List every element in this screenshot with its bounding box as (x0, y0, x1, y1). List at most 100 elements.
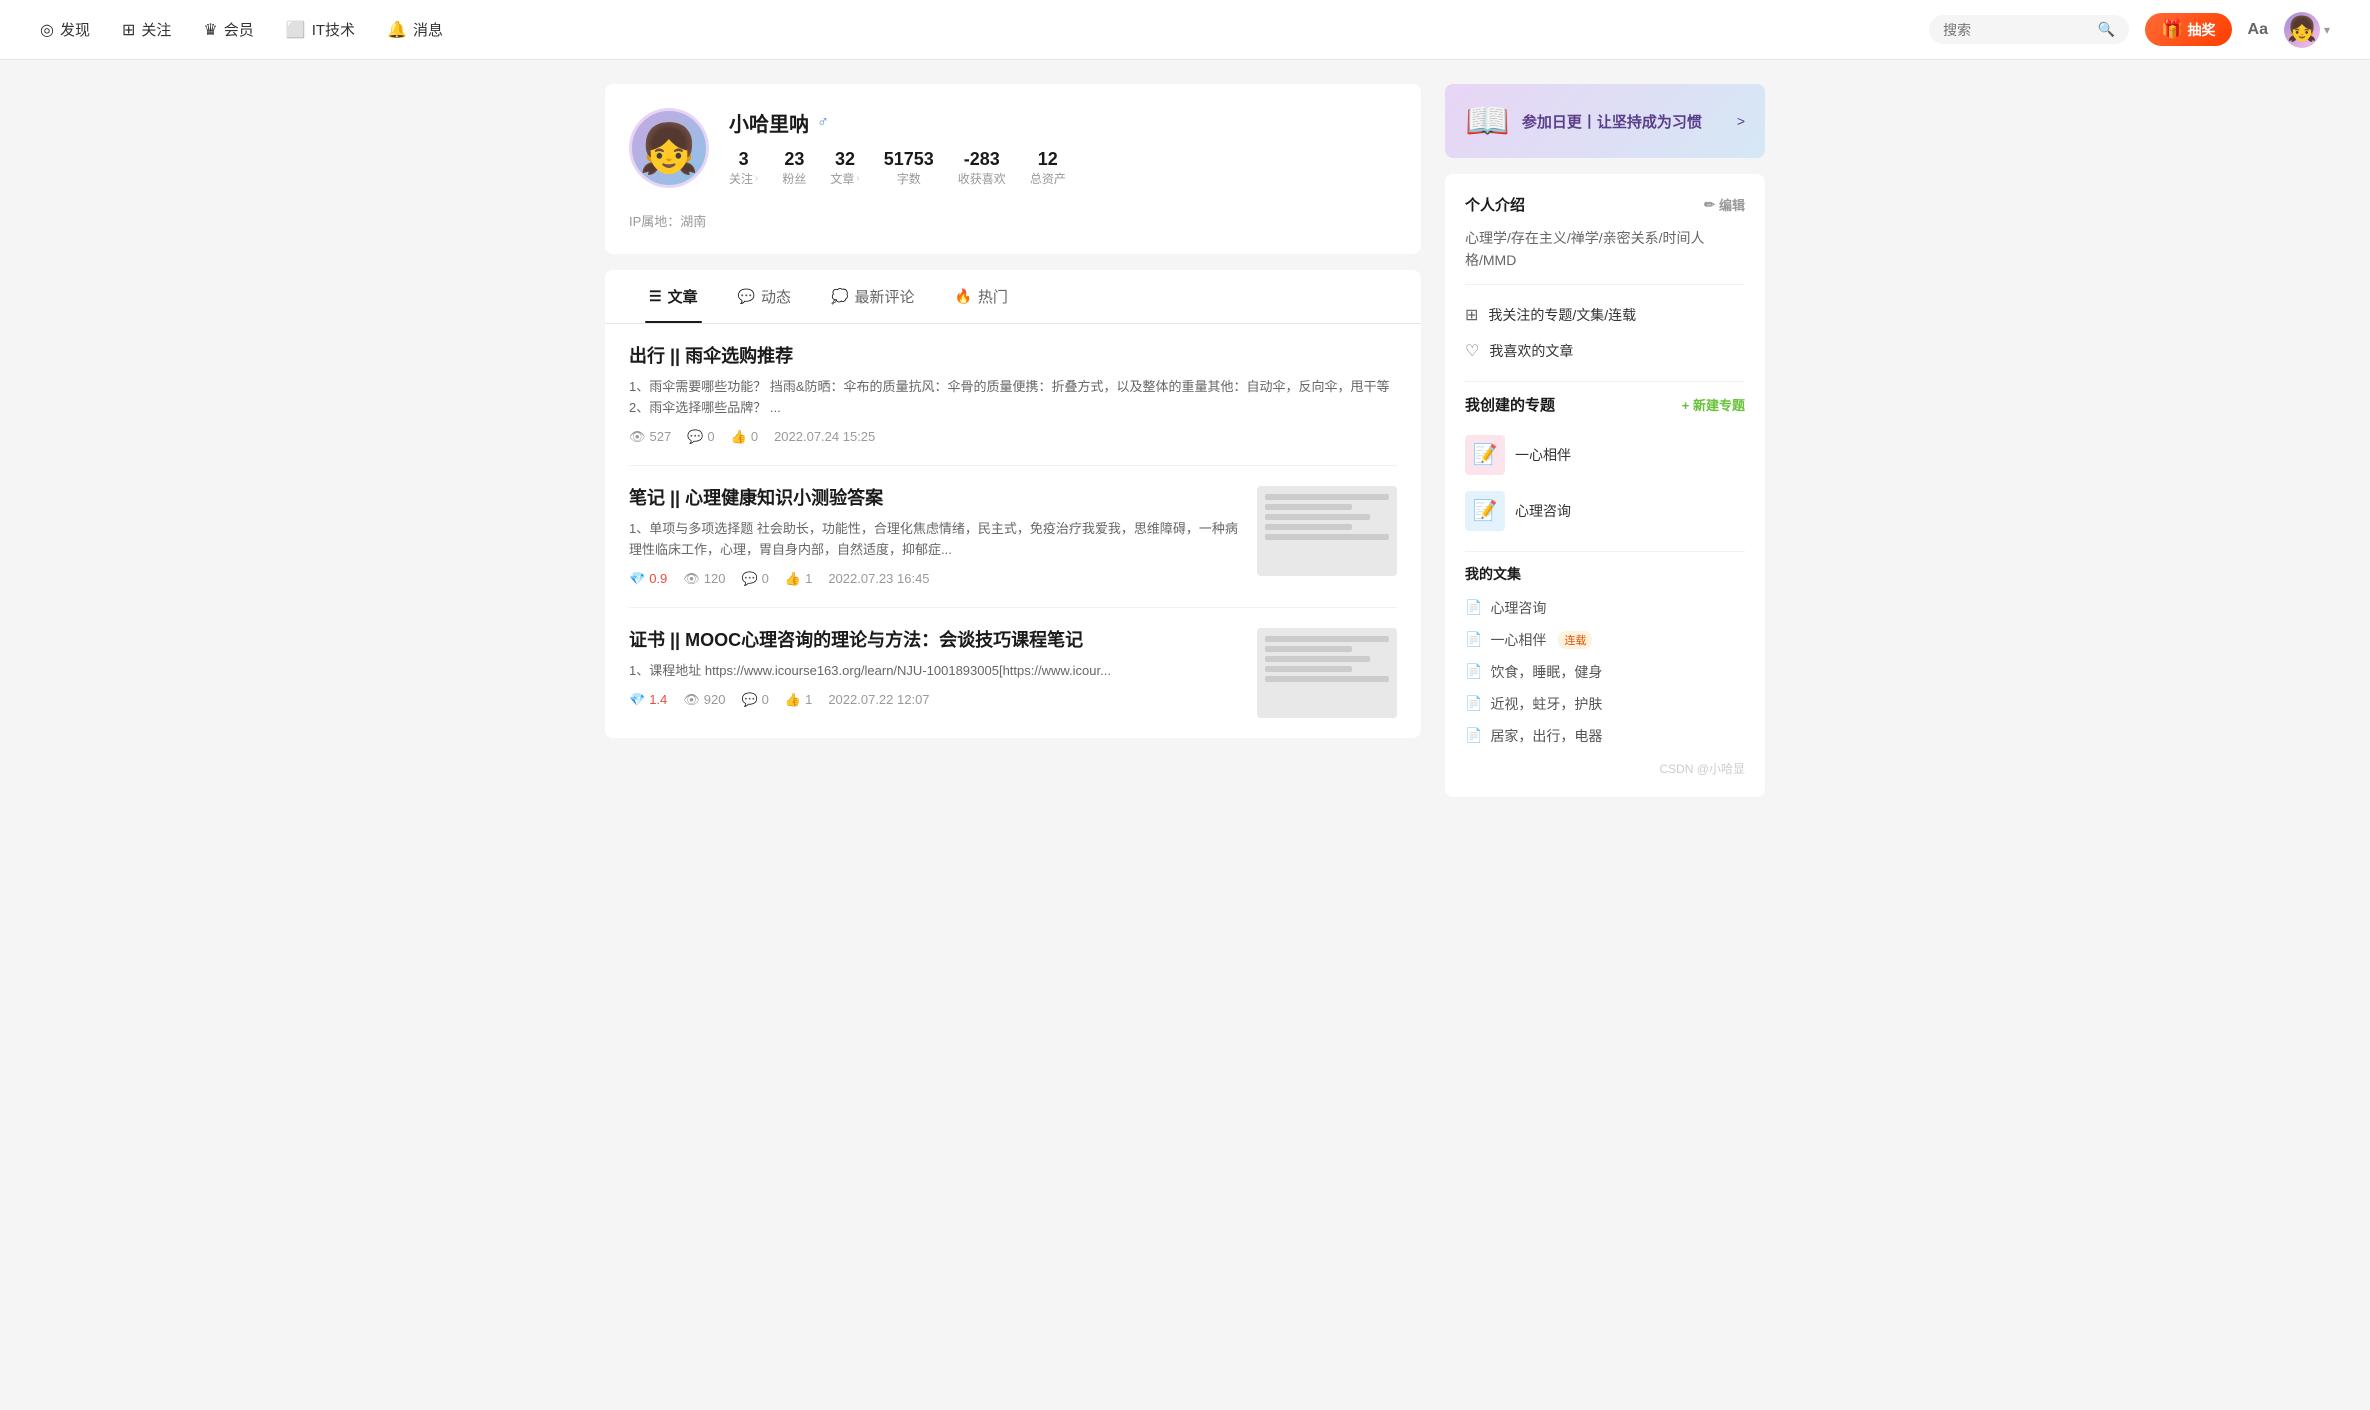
diamond-badge: 💎1.4 (629, 692, 667, 708)
article-thumbnail (1257, 486, 1397, 576)
collection-icon: 📄 (1465, 695, 1482, 712)
topics-list: 📝一心相伴📝心理咨询 (1465, 427, 1745, 539)
follow-icon: ⊞ (122, 20, 135, 40)
new-topic-button[interactable]: + 新建专题 (1682, 395, 1745, 414)
profile-section: 👧 小哈里呐 ♂ 3关注› 23粉丝 32文章› 51753字数 -283收获喜欢 12总… (605, 84, 1421, 254)
tab-dynamic[interactable]: 💬动态 (718, 270, 811, 323)
articles-tab-label: 文章 (668, 286, 698, 307)
article-content: 笔记 || 心理健康知识小测验答案 1、单项与多项选择题 社会助长，功能性，合理… (629, 486, 1241, 587)
article-date: 2022.07.23 16:45 (828, 571, 929, 586)
collection-item[interactable]: 📄饮食，睡眠，健身 (1465, 656, 1745, 688)
nav-item-message[interactable]: 🔔消息 (387, 19, 443, 40)
stat-label: 字数 (897, 170, 921, 187)
profile-stat-item[interactable]: 51753字数 (884, 149, 934, 187)
lottery-button[interactable]: 🎁 抽奖 (2145, 13, 2231, 46)
tab-comments[interactable]: 💭最新评论 (811, 270, 934, 323)
tab-hot[interactable]: 🔥热门 (934, 270, 1027, 323)
main-container: 👧 小哈里呐 ♂ 3关注› 23粉丝 32文章› 51753字数 -283收获喜欢 12总… (585, 60, 1785, 837)
topic-thumbnail: 📝 (1465, 491, 1505, 531)
edit-icon: ✏ (1704, 197, 1715, 213)
article-item: 证书 || MOOC心理咨询的理论与方法：会谈技巧课程笔记 1、课程地址 htt… (629, 608, 1397, 738)
search-box[interactable]: 🔍 (1929, 15, 2129, 44)
article-excerpt: 1、雨伞需要哪些功能？ 挡雨&防晒：伞布的质量抗风：伞骨的质量便携：折叠方式，以… (629, 377, 1397, 419)
message-icon: 🔔 (387, 20, 407, 40)
profile-stat-item[interactable]: 23粉丝 (782, 149, 806, 187)
profile-avatar: 👧 (629, 108, 709, 188)
avatar: 👧 (2284, 12, 2320, 48)
topic-thumbnail: 📝 (1465, 435, 1505, 475)
article-date: 2022.07.22 12:07 (828, 692, 929, 707)
view-count: 👁920 (683, 692, 725, 708)
checkin-text: 参加日更丨让坚持成为习惯 (1522, 111, 1725, 132)
article-meta: 💎1.4 👁920 💬0 👍1 2022.07.22 12:07 (629, 692, 1241, 708)
stat-value: 3 (739, 149, 749, 170)
my-collections-title: 我的文集 (1465, 564, 1745, 584)
collection-item[interactable]: 📄近视，蛀牙，护肤 (1465, 688, 1745, 720)
search-input[interactable] (1943, 22, 2090, 38)
tab-articles[interactable]: ☰ 文章 (629, 270, 718, 323)
stat-label: 总资产 (1030, 170, 1066, 187)
collection-icon: 📄 (1465, 599, 1482, 616)
collection-item[interactable]: 📄 心理咨询 (1465, 592, 1745, 624)
topic-item[interactable]: 📝一心相伴 (1465, 427, 1745, 483)
like-icon: 👍 (731, 429, 747, 445)
collection-icon: 📄 (1465, 631, 1482, 648)
articles-tab-icon: ☰ (649, 288, 662, 305)
lottery-icon: 🎁 (2161, 19, 2183, 40)
stat-value: 32 (835, 149, 855, 170)
collection-item[interactable]: 📄 一心相伴连载 (1465, 624, 1745, 656)
sidebar-link-icon: ⊞ (1465, 305, 1478, 325)
article-title[interactable]: 出行 || 雨伞选购推荐 (629, 344, 1397, 369)
it-label: IT技术 (312, 19, 355, 40)
article-thumbnail (1257, 628, 1397, 718)
nav-item-vip[interactable]: ♛会员 (203, 19, 253, 40)
article-title[interactable]: 证书 || MOOC心理咨询的理论与方法：会谈技巧课程笔记 (629, 628, 1241, 653)
profile-name: 小哈里呐 (729, 108, 809, 137)
tag-badge: 连载 (1558, 631, 1592, 649)
profile-stat-item[interactable]: -283收获喜欢 (958, 149, 1006, 187)
dynamic-tab-label: 动态 (761, 286, 791, 307)
view-count: 👁527 (629, 429, 671, 445)
user-avatar-wrapper[interactable]: 👧 ▾ (2284, 12, 2330, 48)
eye-icon: 👁 (683, 692, 700, 708)
header-search-area: 🔍 🎁 抽奖 Aa 👧 ▾ (1929, 12, 2330, 48)
collection-label: 饮食，睡眠，健身 (1490, 662, 1602, 682)
collection-label: 一心相伴 (1490, 630, 1546, 650)
checkin-banner[interactable]: 📖 参加日更丨让坚持成为习惯 > (1445, 84, 1765, 158)
nav-item-it[interactable]: ⬜IT技术 (286, 19, 355, 40)
sidebar-link-item[interactable]: ⊞我关注的专题/文集/连载 (1465, 297, 1745, 333)
article-meta: 💎0.9 👁120 💬0 👍1 2022.07.23 16:45 (629, 571, 1241, 587)
comment-icon: 💬 (687, 429, 703, 445)
discover-icon: ◎ (40, 20, 54, 40)
eye-icon: 👁 (683, 571, 700, 587)
edit-button[interactable]: ✏ 编辑 (1704, 195, 1745, 214)
follow-label: 关注 (141, 19, 171, 40)
collection-label: 心理咨询 (1490, 598, 1546, 618)
nav-item-discover[interactable]: ◎发现 (40, 19, 90, 40)
font-size-button[interactable]: Aa (2248, 21, 2268, 39)
article-list: 出行 || 雨伞选购推荐 1、雨伞需要哪些功能？ 挡雨&防晒：伞布的质量抗风：伞… (605, 324, 1421, 738)
profile-stat-item[interactable]: 12总资产 (1030, 149, 1066, 187)
sidebar-link-item[interactable]: ♡ 我喜欢的文章 (1465, 333, 1745, 369)
stat-label: 粉丝 (782, 170, 806, 187)
profile-name-row: 小哈里呐 ♂ (729, 108, 1397, 137)
collection-item[interactable]: 📄居家，出行，电器 (1465, 720, 1745, 752)
tabs-section: ☰文章💬动态💭最新评论🔥热门 出行 || 雨伞选购推荐 1、雨伞需要哪些功能？ … (605, 270, 1421, 738)
sidebar-link-icon: ♡ (1465, 341, 1479, 361)
article-excerpt: 1、课程地址 https://www.icourse163.org/learn/… (629, 661, 1241, 682)
nav-item-follow[interactable]: ⊞ 关注 (122, 19, 171, 40)
profile-stat-item[interactable]: 32文章› (830, 149, 859, 187)
stat-value: 12 (1038, 149, 1058, 170)
article-item: 笔记 || 心理健康知识小测验答案 1、单项与多项选择题 社会助长，功能性，合理… (629, 466, 1397, 608)
sidebar-link-label: 我喜欢的文章 (1489, 341, 1573, 361)
topic-item[interactable]: 📝 心理咨询 (1465, 483, 1745, 539)
like-count: 👍0 (731, 429, 758, 445)
intro-section-title: 个人介绍 ✏ 编辑 (1465, 194, 1745, 215)
comments-tab-icon: 💭 (831, 288, 848, 305)
article-title[interactable]: 笔记 || 心理健康知识小测验答案 (629, 486, 1241, 511)
topic-name: 心理咨询 (1515, 501, 1571, 521)
stat-label: 关注› (729, 170, 758, 187)
profile-stat-item[interactable]: 3关注› (729, 149, 758, 187)
ip-location: IP属地：湖南 (629, 211, 1397, 230)
intro-title-text: 个人介绍 (1465, 194, 1525, 215)
